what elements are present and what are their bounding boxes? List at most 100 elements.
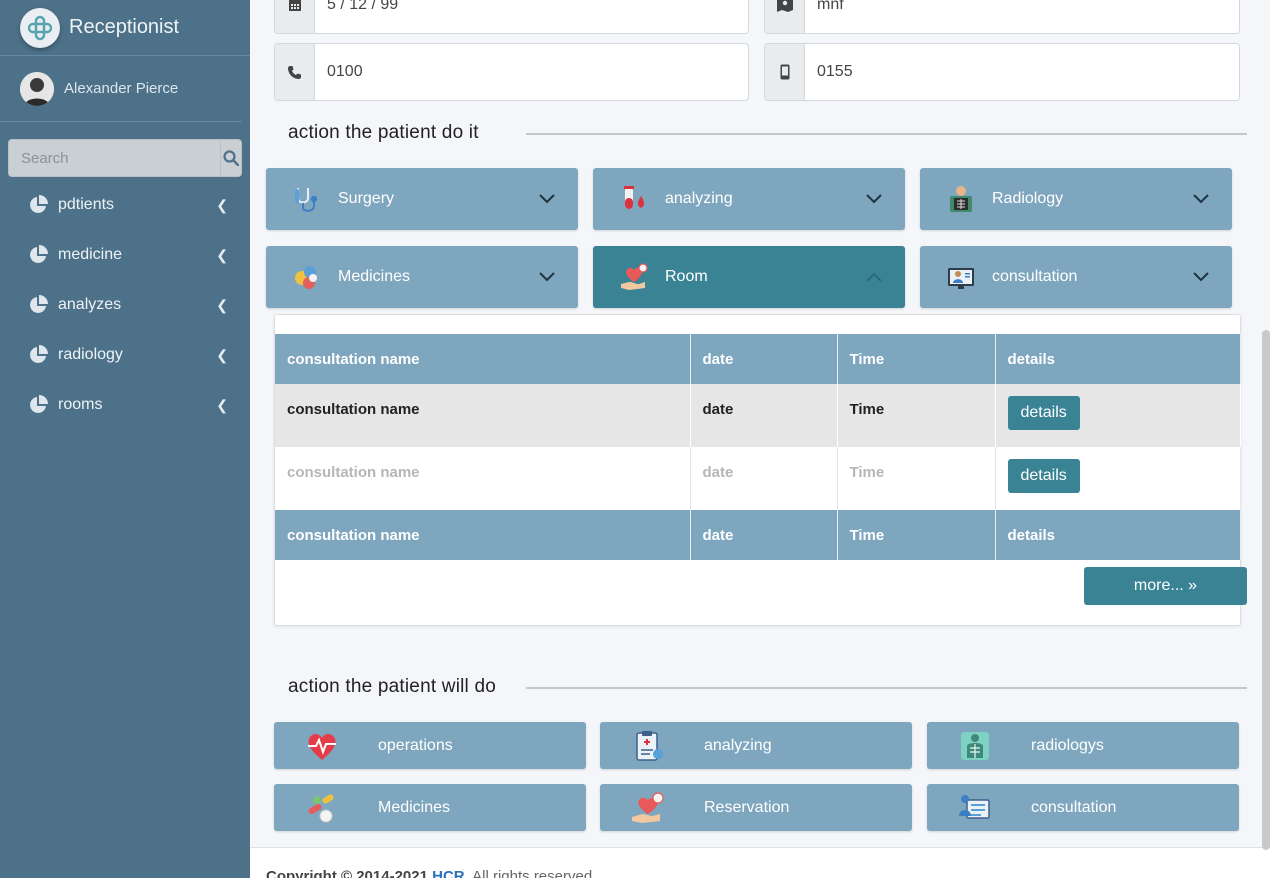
chevron-down-icon bbox=[1193, 194, 1209, 204]
chevron-up-icon bbox=[866, 272, 882, 282]
pie-chart-icon bbox=[30, 345, 48, 363]
brand-title: Receptionist bbox=[69, 16, 180, 38]
table-header: consultation name date Time details bbox=[275, 334, 1241, 384]
doctor-screen-icon bbox=[957, 790, 993, 826]
section-divider bbox=[526, 133, 1247, 135]
sidebar-item-radiology[interactable]: radiology ❮ bbox=[0, 330, 250, 380]
more-button[interactable]: more... » bbox=[1084, 567, 1247, 605]
calendar-icon bbox=[275, 0, 315, 33]
action-room[interactable]: Room bbox=[593, 246, 905, 308]
sidebar-item-medicine[interactable]: medicine ❮ bbox=[0, 230, 250, 280]
action-label: Medicines bbox=[338, 268, 411, 285]
user-name: Alexander Pierce bbox=[64, 80, 179, 97]
table-cell: Time bbox=[837, 447, 996, 510]
will-action-analyzing[interactable]: analyzing bbox=[600, 722, 912, 769]
page-footer: Copyright © 2014-2021 HCR. All rights re… bbox=[250, 847, 1270, 878]
sidebar-item-label: analyzes bbox=[58, 296, 122, 313]
will-action-medicines[interactable]: Medicines bbox=[274, 784, 586, 831]
table-footer-cell: consultation name bbox=[275, 510, 691, 560]
chevron-down-icon bbox=[866, 194, 882, 204]
sidebar: Receptionist Alexander Pierce pdtients ❮… bbox=[0, 0, 250, 878]
action-label: analyzing bbox=[704, 736, 772, 754]
clipboard-icon bbox=[630, 728, 666, 764]
pie-chart-icon bbox=[30, 295, 48, 313]
chevron-left-icon: ❮ bbox=[216, 246, 228, 263]
chevron-left-icon: ❮ bbox=[216, 346, 228, 363]
mobile-value: 0155 bbox=[817, 63, 853, 80]
pie-chart-icon bbox=[30, 245, 48, 263]
table-header-cell: consultation name bbox=[275, 334, 691, 384]
mobile-field[interactable]: 0155 bbox=[764, 43, 1240, 101]
action-label: Radiology bbox=[992, 190, 1064, 207]
birthdate-value: 5 / 12 / 99 bbox=[327, 0, 399, 13]
search-input[interactable] bbox=[8, 139, 220, 177]
heartbeat-icon bbox=[304, 728, 340, 764]
action-label: Medicines bbox=[378, 798, 451, 816]
will-action-radiologys[interactable]: radiologys bbox=[927, 722, 1239, 769]
avatar bbox=[20, 71, 54, 106]
footer-copyright: Copyright © 2014-2021 bbox=[266, 868, 428, 878]
sidebar-item-label: pdtients bbox=[58, 196, 115, 213]
phone-value: 0100 bbox=[327, 63, 363, 80]
table-row: consultation name date Time details bbox=[275, 384, 1241, 447]
scrollbar[interactable] bbox=[1262, 330, 1270, 850]
action-analyzing[interactable]: analyzing bbox=[593, 168, 905, 230]
sidebar-item-analyzes[interactable]: analyzes ❮ bbox=[0, 280, 250, 330]
sidebar-item-label: radiology bbox=[58, 346, 123, 363]
sidebar-item-pdtients[interactable]: pdtients ❮ bbox=[0, 180, 250, 230]
pills-icon bbox=[304, 790, 340, 826]
action-surgery[interactable]: Surgery bbox=[266, 168, 578, 230]
action-radiology[interactable]: Radiology bbox=[920, 168, 1232, 230]
address-field[interactable]: mnf bbox=[764, 0, 1240, 34]
action-label: consultation bbox=[1031, 798, 1117, 816]
will-action-operations[interactable]: operations bbox=[274, 722, 586, 769]
phone-icon bbox=[275, 44, 315, 100]
action-label: Surgery bbox=[338, 190, 395, 207]
heart-hand-icon bbox=[630, 790, 666, 826]
search-button[interactable] bbox=[220, 139, 242, 177]
will-action-consultation[interactable]: consultation bbox=[927, 784, 1239, 831]
sidebar-item-label: rooms bbox=[58, 396, 103, 413]
chevron-down-icon bbox=[539, 194, 555, 204]
user-panel[interactable]: Alexander Pierce bbox=[0, 56, 242, 122]
will-action-reservation[interactable]: Reservation bbox=[600, 784, 912, 831]
action-label: analyzing bbox=[665, 190, 733, 207]
sidebar-item-rooms[interactable]: rooms ❮ bbox=[0, 380, 250, 430]
address-value: mnf bbox=[817, 0, 844, 13]
xray-icon bbox=[946, 184, 976, 214]
table-header-cell: date bbox=[690, 334, 838, 384]
table-footer-cell: Time bbox=[837, 510, 996, 560]
section-divider bbox=[526, 687, 1247, 689]
chevron-left-icon: ❮ bbox=[216, 296, 228, 313]
birthdate-field[interactable]: 5 / 12 / 99 bbox=[274, 0, 749, 34]
sidebar-item-label: medicine bbox=[58, 246, 123, 263]
action-consultation[interactable]: consultation bbox=[920, 246, 1232, 308]
action-label: radiologys bbox=[1031, 736, 1104, 754]
chevron-left-icon: ❮ bbox=[216, 196, 228, 213]
chevron-down-icon bbox=[539, 272, 555, 282]
table-cell: consultation name bbox=[275, 384, 691, 447]
table-cell: details bbox=[995, 447, 1241, 510]
action-medicines[interactable]: Medicines bbox=[266, 246, 578, 308]
table-cell: details bbox=[995, 384, 1241, 447]
footer-suffix: . All rights reserved. bbox=[464, 868, 597, 878]
chevron-left-icon: ❮ bbox=[216, 396, 228, 413]
table-footer: consultation name date Time details bbox=[275, 510, 1241, 560]
table-row: consultation name date Time details bbox=[275, 447, 1241, 510]
brand-logo bbox=[20, 7, 60, 48]
pills-icon bbox=[292, 262, 322, 292]
section-title-done: action the patient do it bbox=[288, 122, 479, 143]
sidebar-nav: pdtients ❮ medicine ❮ analyzes ❮ radiolo… bbox=[0, 180, 250, 430]
footer-link[interactable]: HCR bbox=[432, 868, 465, 878]
phone-field[interactable]: 0100 bbox=[274, 43, 749, 101]
action-label: Reservation bbox=[704, 798, 790, 816]
details-button[interactable]: details bbox=[1007, 396, 1080, 430]
details-button[interactable]: details bbox=[1007, 459, 1080, 493]
table-header-cell: Time bbox=[837, 334, 996, 384]
action-label: operations bbox=[378, 736, 453, 754]
heart-hand-icon bbox=[619, 262, 649, 292]
sidebar-search bbox=[8, 139, 242, 177]
test-tube-icon bbox=[619, 184, 649, 214]
brand[interactable]: Receptionist bbox=[0, 0, 250, 56]
stethoscope-icon bbox=[292, 184, 322, 214]
